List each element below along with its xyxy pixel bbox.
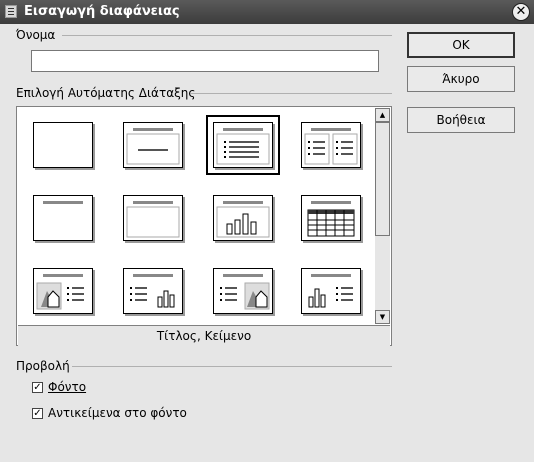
layout-title-text-chart[interactable]: [123, 268, 183, 314]
background-objects-label[interactable]: Αντικείμενα στο φόντο: [48, 406, 187, 420]
title-chart-layout-icon: [216, 201, 270, 238]
layout-title-spreadsheet[interactable]: [301, 195, 361, 241]
background-checkbox[interactable]: ✓: [32, 382, 43, 393]
ok-button[interactable]: OK: [407, 32, 515, 58]
layout-title-only[interactable]: [33, 195, 93, 241]
layout-title-object[interactable]: [123, 195, 183, 241]
scrollbar-thumb[interactable]: [375, 122, 390, 236]
layout-title-text[interactable]: [206, 115, 280, 175]
help-button[interactable]: Βοήθεια: [407, 107, 515, 133]
view-separator: [72, 366, 392, 367]
close-icon[interactable]: ✕: [512, 3, 530, 21]
layout-label: Επιλογή Αυτόματης Διάταξης: [16, 86, 196, 100]
title-bar[interactable]: Εισαγωγή διαφάνειας ✕: [0, 0, 534, 24]
layout-blank[interactable]: [33, 122, 93, 168]
window-menu-icon[interactable]: [5, 5, 17, 18]
title-text-chart-layout-icon: [130, 274, 175, 308]
layout-title-slide[interactable]: [123, 122, 183, 168]
layout-title-chart-text[interactable]: [301, 268, 361, 314]
name-label: Όνομα: [16, 28, 56, 42]
layout-title-chart[interactable]: [213, 195, 273, 241]
title-chart-text-layout-icon: [308, 274, 353, 308]
layout-title-text-clipart[interactable]: [213, 268, 273, 314]
selected-layout-caption: Τίτλος, Κείμενο: [18, 325, 390, 346]
name-separator: [62, 35, 392, 36]
title-spreadsheet-layout-icon: [307, 201, 355, 237]
cancel-button[interactable]: Άκυρο: [407, 66, 515, 92]
layout-title-2-text[interactable]: [301, 122, 361, 168]
layout-scrollbar[interactable]: ▲ ▼: [375, 108, 390, 324]
layout-selector: ▲ ▼ Τίτλος, Κείμενο: [16, 106, 392, 346]
title-slide-layout-icon: [126, 128, 180, 165]
name-input[interactable]: [31, 50, 379, 72]
title-clipart-text-layout-icon: [36, 274, 84, 310]
title-2-text-layout-icon: [304, 128, 358, 165]
title-text-clipart-layout-icon: [220, 274, 270, 310]
background-objects-checkbox[interactable]: ✓: [32, 408, 43, 419]
title-object-layout-icon: [126, 201, 180, 238]
title-only-layout-icon: [43, 201, 83, 204]
view-label: Προβολή: [16, 359, 70, 373]
title-text-layout-icon: [216, 128, 270, 165]
window-title: Εισαγωγή διαφάνειας: [24, 4, 180, 19]
layout-grid: [18, 108, 375, 324]
layout-separator: [190, 93, 392, 94]
scroll-down-icon[interactable]: ▼: [375, 310, 390, 324]
background-label[interactable]: Φόντο: [48, 380, 86, 394]
layout-title-clipart-text[interactable]: [33, 268, 93, 314]
scroll-up-icon[interactable]: ▲: [375, 108, 390, 122]
